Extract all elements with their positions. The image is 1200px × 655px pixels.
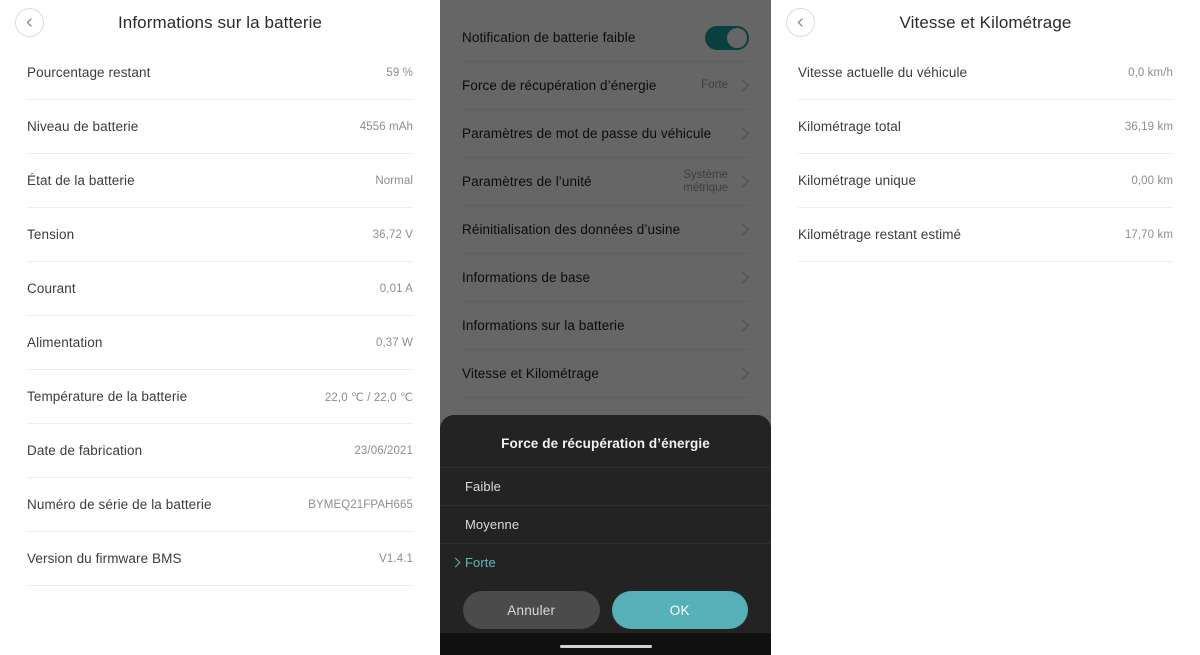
low-battery-notification-toggle[interactable] <box>705 25 749 50</box>
chevron-right-icon <box>736 367 749 380</box>
ok-button[interactable]: OK <box>611 591 748 629</box>
chevron-right-icon <box>736 271 749 284</box>
table-row: Kilométrage unique 0,00 km <box>798 154 1173 208</box>
table-row: Tension 36,72 V <box>27 208 413 262</box>
system-navigation-bar <box>440 633 771 655</box>
settings-row-label: Paramètres de l’unité <box>462 174 592 189</box>
row-label: Vitesse actuelle du véhicule <box>798 65 968 80</box>
speed-mileage-panel: Vitesse et Kilométrage Vitesse actuelle … <box>771 0 1200 655</box>
settings-row[interactable]: Force de récupération d’énergie Forte <box>462 62 749 110</box>
row-label: Kilométrage restant estimé <box>798 227 962 242</box>
toggle-knob <box>727 27 747 48</box>
page-title: Vitesse et Kilométrage <box>899 13 1072 32</box>
table-row: Numéro de série de la batterie BYMEQ21FPA… <box>27 478 413 532</box>
battery-info-panel: Informations sur la batterie Pourcentage… <box>0 0 440 655</box>
cancel-button[interactable]: Annuler <box>463 591 600 629</box>
screenshot-stage: Informations sur la batterie Pourcentage… <box>0 0 1200 655</box>
settings-row[interactable]: Réinitialisation des données d’usine <box>462 206 749 254</box>
dialog-option-label: Forte <box>465 555 496 570</box>
chevron-left-icon <box>24 17 35 28</box>
speed-mileage-header: Vitesse et Kilométrage <box>771 0 1200 46</box>
settings-row-label: Force de récupération d’énergie <box>462 78 657 93</box>
row-value: V1.4.1 <box>379 552 413 565</box>
row-label: Alimentation <box>27 335 103 350</box>
battery-info-header: Informations sur la batterie <box>0 0 440 46</box>
row-value: 0,0 km/h <box>1128 66 1173 79</box>
chevron-right-icon <box>736 175 749 188</box>
table-row: Température de la batterie 22,0 ℃ / 22,0 … <box>27 370 413 424</box>
table-row: Date de fabrication 23/06/2021 <box>27 424 413 478</box>
table-row: Kilométrage restant estimé 17,70 km <box>798 208 1173 262</box>
settings-row-label: Réinitialisation des données d’usine <box>462 222 681 237</box>
row-label: État de la batterie <box>27 173 135 188</box>
dialog-option-label: Moyenne <box>465 517 520 532</box>
chevron-left-icon <box>795 17 806 28</box>
row-value: 4556 mAh <box>359 120 413 133</box>
row-value: 17,70 km <box>1124 228 1173 241</box>
speed-mileage-list: Vitesse actuelle du véhicule 0,0 km/h Kilo… <box>771 46 1200 262</box>
row-label: Date de fabrication <box>27 443 143 458</box>
back-button-speed-mileage[interactable] <box>786 8 815 37</box>
row-label: Température de la batterie <box>27 389 188 404</box>
row-label: Kilométrage total <box>798 119 902 134</box>
chevron-right-icon <box>736 319 749 332</box>
row-label: Niveau de batterie <box>27 119 139 134</box>
back-button-battery-info[interactable] <box>15 8 44 37</box>
settings-row-value: Forte <box>701 79 728 91</box>
row-label: Pourcentage restant <box>27 65 151 80</box>
table-row: Alimentation 0,37 W <box>27 316 413 370</box>
row-value: 0,37 W <box>375 336 413 349</box>
row-value: Normal <box>375 174 413 187</box>
row-value: 0,01 A <box>379 282 413 295</box>
row-value: 59 % <box>386 66 413 79</box>
chevron-right-icon <box>736 127 749 140</box>
dialog-option[interactable]: Moyenne <box>440 505 771 543</box>
row-label: Courant <box>27 281 76 296</box>
chevron-right-icon <box>450 557 461 568</box>
row-label: Numéro de série de la batterie <box>27 497 212 512</box>
table-row: Kilométrage total 36,19 km <box>798 100 1173 154</box>
table-row: État de la batterie Normal <box>27 154 413 208</box>
energy-recovery-dialog: Force de récupération d’énergie Faible Mo… <box>440 415 771 655</box>
settings-row-label: Notification de batterie faible <box>462 30 636 45</box>
settings-row-label: Informations sur la batterie <box>462 318 625 333</box>
dialog-option-label: Faible <box>465 479 502 494</box>
settings-panel: Notification de batterie faible Force de … <box>440 0 771 655</box>
dialog-option[interactable]: Forte <box>440 543 771 581</box>
settings-row-label: Vitesse et Kilométrage <box>462 366 600 381</box>
settings-row[interactable]: Paramètres de l’unité Système métrique <box>462 158 749 206</box>
page-title: Informations sur la batterie <box>117 13 323 32</box>
table-row: Version du firmware BMS V1.4.1 <box>27 532 413 586</box>
settings-list: Notification de batterie faible Force de … <box>440 0 771 398</box>
dialog-options: Faible Moyenne Forte <box>440 467 771 581</box>
dialog-option[interactable]: Faible <box>440 467 771 505</box>
row-value: 36,72 V <box>372 228 413 241</box>
table-row: Courant 0,01 A <box>27 262 413 316</box>
settings-row-label: Informations de base <box>462 270 591 285</box>
table-row: Pourcentage restant 59 % <box>27 46 413 100</box>
settings-row[interactable]: Notification de batterie faible <box>462 14 749 62</box>
settings-row-value: Système métrique <box>683 168 728 194</box>
row-value: 36,19 km <box>1124 120 1173 133</box>
settings-row[interactable]: Informations de base <box>462 254 749 302</box>
settings-row-label: Paramètres de mot de passe du véhicule <box>462 126 712 141</box>
settings-row[interactable]: Informations sur la batterie <box>462 302 749 350</box>
home-indicator[interactable] <box>559 645 652 648</box>
row-value: 22,0 ℃ / 22,0 ℃ <box>324 391 413 404</box>
chevron-right-icon <box>736 223 749 236</box>
row-label: Tension <box>27 227 75 242</box>
row-label: Version du firmware BMS <box>27 551 182 566</box>
table-row: Vitesse actuelle du véhicule 0,0 km/h <box>798 46 1173 100</box>
settings-row[interactable]: Vitesse et Kilométrage <box>462 350 749 398</box>
table-row: Niveau de batterie 4556 mAh <box>27 100 413 154</box>
row-value: 23/06/2021 <box>354 444 413 457</box>
settings-row[interactable]: Paramètres de mot de passe du véhicule <box>462 110 749 158</box>
row-value: BYMEQ21FPAH665 <box>308 498 413 511</box>
battery-info-list: Pourcentage restant 59 % Niveau de batteri… <box>0 46 440 586</box>
row-value: 0,00 km <box>1131 174 1173 187</box>
dialog-title: Force de récupération d’énergie <box>501 436 710 451</box>
chevron-right-icon <box>736 79 749 92</box>
row-label: Kilométrage unique <box>798 173 917 188</box>
